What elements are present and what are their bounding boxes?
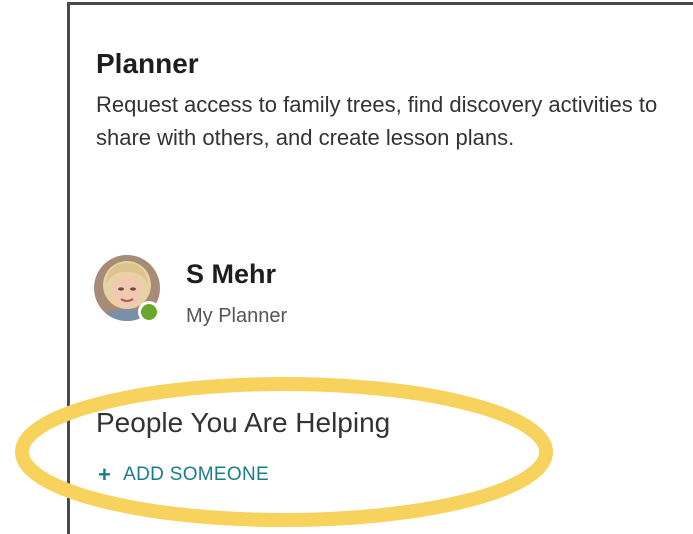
profile-card[interactable]: S Mehr My Planner (94, 255, 494, 335)
plus-icon: + (98, 462, 112, 487)
profile-name[interactable]: S Mehr (186, 257, 276, 291)
panel-description: Request access to family trees, find dis… (96, 92, 658, 150)
add-someone-button[interactable]: + ADD SOMEONE (98, 463, 269, 487)
online-status-icon (138, 301, 160, 323)
stage: Planner Request access to family trees, … (0, 0, 693, 534)
profile-subtitle: My Planner (186, 305, 288, 327)
panel-title: Planner (96, 48, 199, 79)
add-someone-label: ADD SOMEONE (123, 464, 269, 485)
helping-heading: People You Are Helping (96, 407, 391, 438)
